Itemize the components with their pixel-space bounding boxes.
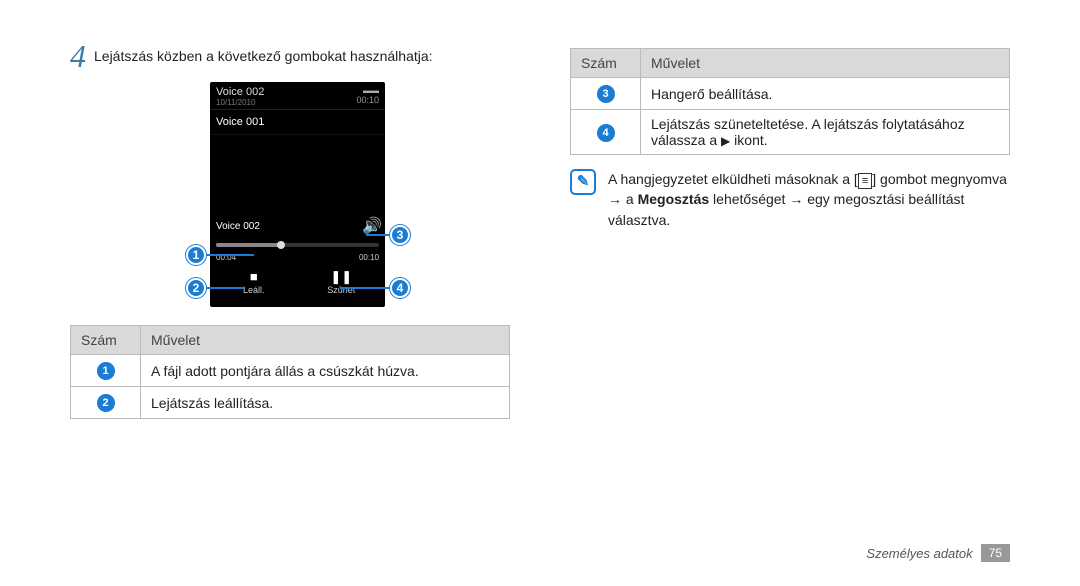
pause-icon: ❚❚ <box>298 270 386 283</box>
progress-slider <box>210 237 385 253</box>
col-header-op: Művelet <box>141 326 510 355</box>
row-op: Lejátszás leállítása. <box>141 387 510 419</box>
volume-icon: 🔊 <box>365 219 379 233</box>
section-label: Személyes adatok <box>866 546 972 561</box>
step-number: 4 <box>70 40 86 72</box>
row-num: 3 <box>597 85 615 103</box>
note-box: ✎ A hangjegyzetet elküldheti másoknak a … <box>570 169 1010 230</box>
now-playing-row: Voice 002 🔊 <box>210 215 385 237</box>
play-icon: ▶ <box>721 134 730 148</box>
callout-3: 3 <box>390 225 410 245</box>
row-op: A fájl adott pontjára állás a csúszkát h… <box>141 355 510 387</box>
pause-button: ❚❚ Szünet <box>298 268 386 297</box>
callout-line-4 <box>340 287 396 289</box>
row-num: 1 <box>97 362 115 380</box>
step-4: 4 Lejátszás közben a következő gombokat … <box>70 40 510 72</box>
callout-line-1 <box>204 254 254 256</box>
col-header-num: Szám <box>571 49 641 78</box>
right-column: Szám Művelet 3 Hangerő beállítása. 4 Lej… <box>570 40 1010 586</box>
table-row: 2 Lejátszás leállítása. <box>71 387 510 419</box>
page: 4 Lejátszás közben a következő gombokat … <box>0 0 1080 586</box>
player-buttons: ■ Leáll. ❚❚ Szünet <box>210 266 385 303</box>
stop-icon: ■ <box>210 270 298 283</box>
page-footer: Személyes adatok 75 <box>866 544 1010 562</box>
stop-label: Leáll. <box>243 285 265 295</box>
table-row: 3 Hangerő beállítása. <box>571 78 1010 110</box>
table-row: 4 Lejátszás szüneteltetése. A lejátszás … <box>571 110 1010 155</box>
row-op: Hangerő beállítása. <box>641 78 1010 110</box>
phone-frame: Voice 002 10/11/2010 ▬▬ 00:10 Voice 001 … <box>210 82 385 307</box>
note-text: A hangjegyzetet elküldheti másoknak a [≡… <box>608 169 1010 230</box>
list-item: Voice 001 <box>210 110 385 135</box>
current-date: 10/11/2010 <box>216 98 264 107</box>
phone-titlebar: Voice 002 10/11/2010 ▬▬ 00:10 <box>210 82 385 109</box>
page-number: 75 <box>981 544 1010 562</box>
col-header-num: Szám <box>71 326 141 355</box>
operations-table-left: Szám Művelet 1 A fájl adott pontjára áll… <box>70 325 510 419</box>
row-num: 2 <box>97 394 115 412</box>
row-num: 4 <box>597 124 615 142</box>
note-icon: ✎ <box>570 169 596 195</box>
phone-screenshot: Voice 002 10/11/2010 ▬▬ 00:10 Voice 001 … <box>190 82 390 307</box>
callout-line-2 <box>204 287 244 289</box>
operations-table-right: Szám Művelet 3 Hangerő beállítása. 4 Lej… <box>570 48 1010 155</box>
time-total: 00:10 <box>359 253 379 262</box>
menu-icon: ≡ <box>858 173 872 189</box>
table-row: 1 A fájl adott pontjára állás a csúszkát… <box>71 355 510 387</box>
row-op: Lejátszás szüneteltetése. A lejátszás fo… <box>641 110 1010 155</box>
step-text: Lejátszás közben a következő gombokat ha… <box>94 40 433 64</box>
left-column: 4 Lejátszás közben a következő gombokat … <box>70 40 510 586</box>
current-filename: Voice 002 <box>216 86 264 98</box>
current-duration: 00:10 <box>356 95 379 105</box>
callout-2: 2 <box>186 278 206 298</box>
col-header-op: Művelet <box>641 49 1010 78</box>
callout-4: 4 <box>390 278 410 298</box>
now-playing-label: Voice 002 <box>216 221 260 232</box>
file-list: Voice 001 <box>210 109 385 135</box>
stop-button: ■ Leáll. <box>210 268 298 297</box>
callout-1: 1 <box>186 245 206 265</box>
